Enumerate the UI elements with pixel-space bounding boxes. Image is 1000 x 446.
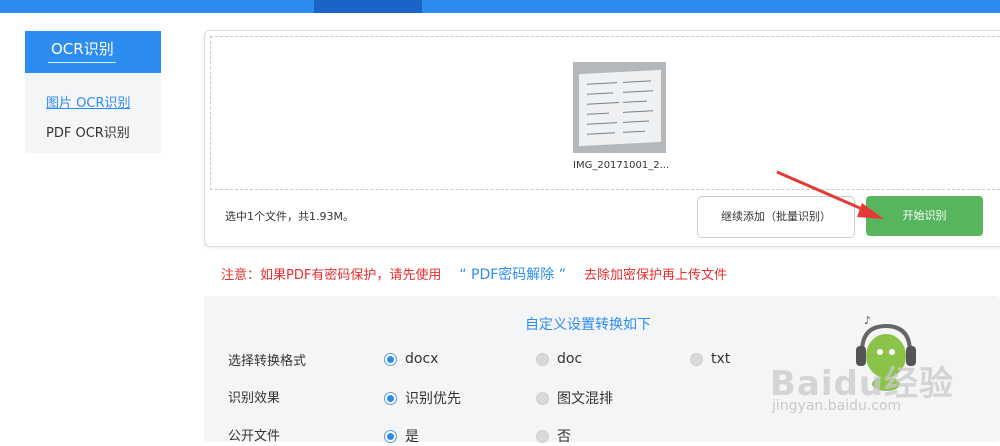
radio-unselected-icon [536,391,549,405]
public-file-label: 公开文件 [228,429,281,444]
recognition-effect-label: 识别效果 [228,391,281,406]
radio-selected-icon [384,429,397,443]
notice-suffix: 去除加密保护再上传文件 [584,268,728,283]
password-notice: 注意：如果PDF有密码保护，请先使用 “ PDF密码解除 ” 去除加密保护再上传文件 [221,264,727,284]
radio-recognition-priority[interactable]: 识别优先 [384,388,461,408]
radio-unselected-icon [690,352,703,366]
pdf-password-removal-link[interactable]: “ PDF密码解除 ” [459,267,566,283]
notice-prefix: 注意：如果PDF有密码保护，请先使用 [221,268,442,283]
format-label: 选择转换格式 [228,354,307,369]
radio-selected-icon [384,352,397,366]
radio-txt[interactable]: txt [690,351,730,367]
radio-unselected-icon [536,429,549,443]
baidu-watermark-url: jingyan.baidu.com [772,398,902,414]
radio-public-no[interactable]: 否 [536,426,571,446]
radio-unselected-icon [536,352,549,366]
radio-doc[interactable]: doc [536,351,582,367]
radio-public-yes[interactable]: 是 [384,426,419,446]
radio-mixed-layout[interactable]: 图文混排 [536,388,613,408]
svg-text:♪: ♪ [864,314,871,327]
radio-docx[interactable]: docx [384,351,438,367]
radio-selected-icon [384,391,397,405]
